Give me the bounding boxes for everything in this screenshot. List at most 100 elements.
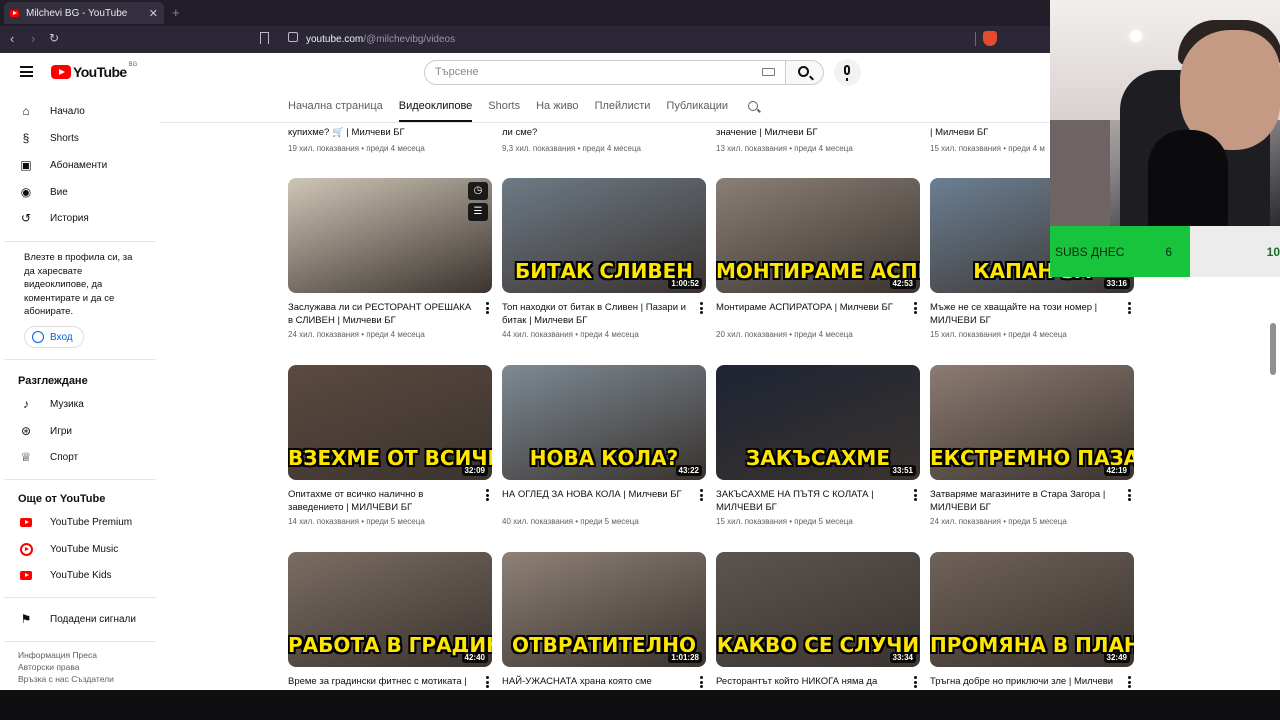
- voice-search-button[interactable]: [834, 59, 861, 86]
- footer-line[interactable]: Информация Преса: [18, 649, 148, 661]
- video-thumbnail[interactable]: КАКВО СЕ СЛУЧИ 33:34: [716, 552, 920, 667]
- tab-playlists[interactable]: Плейлисти: [595, 98, 651, 122]
- sidebar-item-music[interactable]: ♪ Музика: [18, 391, 84, 417]
- video-title[interactable]: Ресторантът който НИКОГА няма да посетим…: [716, 675, 904, 690]
- sidebar-item-report[interactable]: ⚑ Подадени сигнали: [18, 606, 136, 632]
- site-settings-icon[interactable]: [288, 32, 298, 42]
- tab-live[interactable]: На живо: [536, 98, 578, 122]
- add-to-queue-icon[interactable]: ☰: [468, 203, 488, 221]
- sidebar-item-home[interactable]: ⌂ Начало: [18, 98, 84, 124]
- video-thumbnail[interactable]: ОТВРАТИТЕЛНО 1:01:28: [502, 552, 706, 667]
- video-title[interactable]: Мъже не се хващайте на този номер | МИЛЧ…: [930, 301, 1118, 327]
- video-thumbnail[interactable]: ЗАКЪСАХМЕ 33:51: [716, 365, 920, 480]
- sidebar-item-sports[interactable]: ♕ Спорт: [18, 444, 79, 470]
- more-options-icon[interactable]: [700, 676, 703, 688]
- video-title[interactable]: | Милчеви БГ: [930, 127, 1050, 140]
- more-options-icon[interactable]: [1128, 676, 1131, 688]
- video-title[interactable]: НАЙ-УЖАСНАТА храна която сме опитвали | …: [502, 675, 690, 690]
- close-tab-icon[interactable]: ✕: [149, 7, 158, 20]
- video-title[interactable]: ли сме?: [502, 127, 702, 140]
- sidebar-item-shorts[interactable]: § Shorts: [18, 125, 79, 151]
- tab-home[interactable]: Начална страница: [288, 98, 383, 122]
- video-title[interactable]: Затваряме магазините в Стара Загора | МИ…: [930, 488, 1118, 514]
- sidebar-item-subscriptions[interactable]: ▣ Абонаменти: [18, 152, 107, 178]
- video-thumbnail[interactable]: ◷ ☰: [288, 178, 492, 293]
- video-card[interactable]: ОТВРАТИТЕЛНО 1:01:28 НАЙ-УЖАСНАТА храна ко…: [502, 552, 706, 690]
- video-card[interactable]: ПРОМЯНА В ПЛАНА 32:49 Тръгна добре но прик…: [930, 552, 1134, 690]
- video-title[interactable]: Тръгна добре но приключи зле | Милчеви Б…: [930, 675, 1118, 690]
- more-options-icon[interactable]: [1128, 489, 1131, 501]
- url-field[interactable]: youtube.com/@milchevibg/videos: [280, 30, 970, 49]
- video-title[interactable]: купихме? 🛒 | Милчеви БГ: [288, 127, 488, 140]
- video-thumbnail[interactable]: ПРОМЯНА В ПЛАНА 32:49: [930, 552, 1134, 667]
- more-options-icon[interactable]: [700, 489, 703, 501]
- sidebar-item-history[interactable]: ↺ История: [18, 205, 89, 231]
- video-card[interactable]: НОВА КОЛА? 43:22 НА ОГЛЕД ЗА НОВА КОЛА | М…: [502, 365, 706, 526]
- more-options-icon[interactable]: [914, 676, 917, 688]
- menu-icon[interactable]: [20, 66, 33, 77]
- channel-search-icon[interactable]: [748, 101, 758, 111]
- new-tab-icon[interactable]: +: [172, 5, 180, 20]
- more-options-icon[interactable]: [1128, 302, 1131, 314]
- video-card[interactable]: КАКВО СЕ СЛУЧИ 33:34 Ресторантът който НИК…: [716, 552, 920, 690]
- video-thumbnail[interactable]: МОНТИРАМЕ АСПИРАТОРА42:53: [716, 178, 920, 293]
- video-title[interactable]: Топ находки от битак в Сливен | Пазари и…: [502, 301, 690, 327]
- video-card[interactable]: ◷ ☰ Заслужава ли си РЕСТОРАНТ ОРЕШАКА в СЛ…: [288, 178, 492, 339]
- more-options-icon[interactable]: [914, 489, 917, 501]
- video-title[interactable]: Заслужава ли си РЕСТОРАНТ ОРЕШАКА в СЛИВ…: [288, 301, 476, 327]
- bookmark-icon[interactable]: [260, 32, 269, 44]
- video-title[interactable]: Монтираме АСПИРАТОРА | Милчеви БГ: [716, 301, 904, 327]
- reload-icon[interactable]: ↻: [49, 31, 59, 45]
- video-title[interactable]: ЗАКЪСАХМЕ НА ПЪТЯ С КОЛАТА | МИЛЧЕВИ БГ: [716, 488, 904, 514]
- watch-later-icon[interactable]: ◷: [468, 182, 488, 200]
- sidebar-item-yt-music[interactable]: YouTube Music: [18, 536, 118, 562]
- video-title[interactable]: Време за градински фитнес с мотиката | М…: [288, 675, 476, 690]
- tab-posts[interactable]: Публикации: [666, 98, 728, 122]
- tab-videos[interactable]: Видеоклипове: [398, 98, 473, 122]
- video-thumbnail[interactable]: НОВА КОЛА? 43:22: [502, 365, 706, 480]
- video-title[interactable]: НА ОГЛЕД ЗА НОВА КОЛА | Милчеви БГ: [502, 488, 690, 514]
- subs-goal: 10: [1190, 226, 1280, 277]
- brave-shield-icon[interactable]: [983, 31, 997, 46]
- sidebar-item-gaming[interactable]: ⊛ Игри: [18, 418, 72, 444]
- youtube-logo[interactable]: YouTube BG: [51, 62, 137, 80]
- more-options-icon[interactable]: [914, 302, 917, 314]
- video-card[interactable]: МОНТИРАМЕ АСПИРАТОРА42:53 Монтираме АСПИР…: [716, 178, 920, 339]
- video-title[interactable]: Опитахме от всичко налично в заведението…: [288, 488, 476, 514]
- video-card[interactable]: РАБОТА В ГРАДИНАТА42:40 Време за градинск…: [288, 552, 492, 690]
- video-thumbnail[interactable]: ВЗЕХМЕ ОТ ВСИЧКО32:09: [288, 365, 492, 480]
- sidebar-item-premium[interactable]: YouTube Premium: [18, 509, 132, 535]
- search-button[interactable]: [786, 60, 824, 85]
- video-card-partial[interactable]: купихме? 🛒 | Милчеви БГ 19 хил. показван…: [288, 127, 488, 153]
- video-card-partial[interactable]: ли сме? 9,3 хил. показвания • преди 4 ме…: [502, 127, 702, 153]
- video-thumbnail[interactable]: РАБОТА В ГРАДИНАТА42:40: [288, 552, 492, 667]
- signin-button[interactable]: Вход: [24, 326, 84, 348]
- more-options-icon[interactable]: [486, 489, 489, 501]
- sidebar-item-kids[interactable]: YouTube Kids: [18, 562, 112, 588]
- browser-tab[interactable]: Milchevi BG - YouTube ✕: [4, 2, 164, 24]
- more-options-icon[interactable]: [486, 302, 489, 314]
- video-card[interactable]: БИТАК СЛИВЕН 1:00:52 Топ находки от битак …: [502, 178, 706, 339]
- keyboard-icon[interactable]: [762, 68, 775, 76]
- video-meta: 20 хил. показвания • преди 4 месеца: [716, 330, 853, 339]
- scrollbar-thumb[interactable]: [1270, 323, 1276, 375]
- channel-tabs: Начална страница Видеоклипове Shorts На …: [288, 98, 744, 124]
- search-input[interactable]: Търсене: [424, 60, 786, 85]
- more-options-icon[interactable]: [486, 676, 489, 688]
- tab-shorts[interactable]: Shorts: [488, 98, 520, 122]
- video-thumbnail[interactable]: ЕКСТРЕМНО ПАЗАРУВАНЕ42:19: [930, 365, 1134, 480]
- video-card[interactable]: ВЗЕХМЕ ОТ ВСИЧКО32:09 Опитахме от всичко …: [288, 365, 492, 526]
- back-icon[interactable]: ‹: [10, 31, 14, 46]
- explore-heading: Разглеждане: [18, 375, 88, 387]
- video-title[interactable]: значение | Милчеви БГ: [716, 127, 916, 140]
- more-options-icon[interactable]: [700, 302, 703, 314]
- sidebar-item-you[interactable]: ◉ Вие: [18, 179, 68, 205]
- video-card-partial[interactable]: значение | Милчеви БГ 13 хил. показвания…: [716, 127, 916, 153]
- forward-icon[interactable]: ›: [31, 31, 35, 46]
- video-thumbnail[interactable]: БИТАК СЛИВЕН 1:00:52: [502, 178, 706, 293]
- video-card[interactable]: ЕКСТРЕМНО ПАЗАРУВАНЕ42:19 Затваряме магаз…: [930, 365, 1134, 526]
- video-card-partial[interactable]: | Милчеви БГ 15 хил. показвания • преди …: [930, 127, 1050, 153]
- footer-line[interactable]: Връзка с нас Създатели: [18, 673, 148, 685]
- footer-line[interactable]: Авторски права: [18, 661, 148, 673]
- video-card[interactable]: ЗАКЪСАХМЕ 33:51 ЗАКЪСАХМЕ НА ПЪТЯ С КОЛАТА…: [716, 365, 920, 526]
